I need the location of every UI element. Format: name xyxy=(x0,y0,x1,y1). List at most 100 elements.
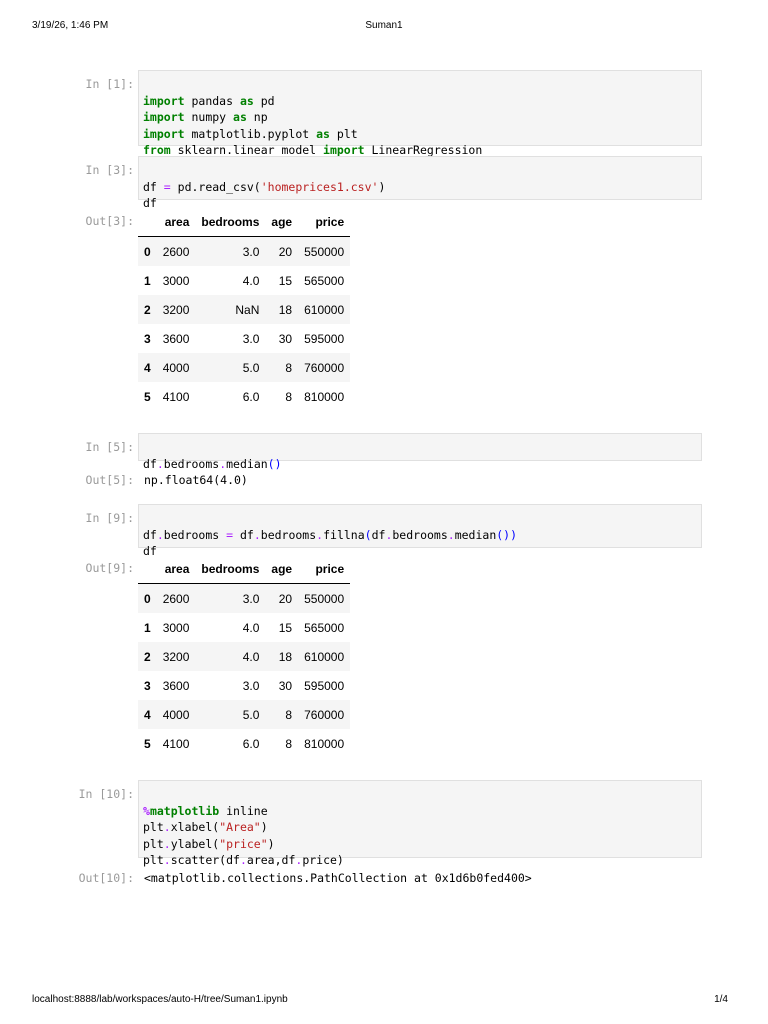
code-token: as xyxy=(316,126,330,141)
output-text: <matplotlib.collections.PathCollection a… xyxy=(144,871,532,885)
table-cell: 810000 xyxy=(304,389,345,404)
column-header: price xyxy=(298,555,351,584)
table-cell: 4100 xyxy=(162,736,190,751)
code-token: ()) xyxy=(496,527,518,542)
output-prompt: Out[10]: xyxy=(78,871,134,885)
column-header: price xyxy=(298,208,351,237)
table-row: 0 2600 3.0 20 550000 xyxy=(138,236,351,266)
table-cell: 20 xyxy=(278,244,293,259)
table-row: 1 3000 4.0 15 565000 xyxy=(138,613,350,642)
code-token: import xyxy=(143,126,185,141)
index-header xyxy=(138,555,157,584)
code-editor[interactable]: df.bedrooms.median() xyxy=(138,433,702,471)
row-index: 1 xyxy=(144,273,151,288)
index-header xyxy=(138,208,157,237)
code-cell-5[interactable]: In [5]: df.bedrooms.median() xyxy=(60,433,702,471)
code-token: . xyxy=(239,853,247,867)
table-cell: 550000 xyxy=(304,591,345,606)
code-token: . xyxy=(295,853,303,867)
table-row: 4 4000 5.0 8 760000 xyxy=(138,353,351,382)
table-cell: 4.0 xyxy=(242,649,260,664)
table-cell: 8 xyxy=(285,389,293,404)
table-cell: 18 xyxy=(278,302,293,317)
code-token: as xyxy=(233,110,247,124)
input-prompt: In [3]: xyxy=(85,163,134,177)
table-row: 1 3000 4.0 15 565000 xyxy=(138,266,350,295)
print-header: Suman1 3/19/26, 1:46 PM xyxy=(0,20,768,34)
column-header: area xyxy=(156,208,196,237)
input-prompt: In [5]: xyxy=(85,440,134,454)
table-cell: 20 xyxy=(278,591,293,606)
code-token: . xyxy=(156,527,164,542)
row-index: 0 xyxy=(144,591,151,606)
code-token: = xyxy=(163,179,171,194)
code-token: . xyxy=(163,820,171,834)
code-token: 'homeprices1.csv' xyxy=(260,179,379,194)
code-line: import matplotlib.pyplot as plt xyxy=(143,126,358,141)
code-token: %matplotlib xyxy=(143,803,220,818)
table-cell: 4000 xyxy=(162,707,190,722)
column-header: bedrooms xyxy=(195,208,266,237)
code-token: . xyxy=(447,527,455,542)
code-cell-9[interactable]: In [9]: df.bedrooms = df.bedrooms.fillna… xyxy=(60,504,702,558)
output-cell-10: Out[10]: <matplotlib.collections.PathCol… xyxy=(60,870,702,888)
code-token: "price" xyxy=(219,836,268,851)
print-url: localhost:8888/lab/workspaces/auto-H/tre… xyxy=(32,994,288,1005)
table-cell: 15 xyxy=(278,620,293,635)
input-prompt: In [1]: xyxy=(85,77,134,91)
row-index: 5 xyxy=(144,736,151,751)
table-cell: 595000 xyxy=(304,678,345,693)
code-token: import xyxy=(143,110,185,124)
table-cell: 30 xyxy=(278,678,293,693)
table-cell: 3000 xyxy=(162,620,190,635)
table-cell: 565000 xyxy=(304,620,345,635)
print-datetime: 3/19/26, 1:46 PM xyxy=(32,20,109,31)
table-cell: 3200 xyxy=(162,649,190,664)
output-cell-5: Out[5]: np.float64(4.0) xyxy=(60,472,702,490)
table-cell: 3.0 xyxy=(242,244,260,259)
table-cell: 760000 xyxy=(304,360,345,375)
row-index: 1 xyxy=(144,620,151,635)
code-token: "Area" xyxy=(219,820,261,834)
code-cell-3[interactable]: In [3]: df = pd.read_csv('homeprices1.cs… xyxy=(60,156,702,210)
code-editor[interactable]: %matplotlib inline plt.xlabel("Area") plt.… xyxy=(138,780,702,867)
code-token: () xyxy=(267,456,282,471)
row-index: 2 xyxy=(144,302,151,317)
table-row: 5 4100 6.0 8 810000 xyxy=(138,729,350,758)
row-index: 3 xyxy=(144,678,151,693)
table-cell: 610000 xyxy=(304,302,345,317)
code-token: ( xyxy=(364,527,372,542)
code-line: plt.ylabel("price") xyxy=(143,836,275,851)
table-row: 0 2600 3.0 20 550000 xyxy=(138,583,351,613)
code-line: import pandas as pd xyxy=(143,93,275,108)
table-row: 3 3600 3.0 30 595000 xyxy=(138,671,350,700)
table-cell: 3600 xyxy=(162,678,190,693)
table-cell: 595000 xyxy=(304,331,345,346)
dataframe-table: area bedrooms age price 0 2600 3.0 20 550000 1 300… xyxy=(138,208,351,411)
code-editor[interactable]: df.bedrooms = df.bedrooms.fillna(df.bedr… xyxy=(138,504,702,558)
table-cell: 5.0 xyxy=(242,360,260,375)
table-header-row: area bedrooms age price xyxy=(138,208,351,237)
input-prompt: In [10]: xyxy=(78,787,134,801)
code-editor[interactable]: df = pd.read_csv('homeprices1.csv') df xyxy=(138,156,702,210)
table-cell: 3600 xyxy=(162,331,190,346)
table-cell: 6.0 xyxy=(242,389,260,404)
code-line: df.bedrooms = df.bedrooms.fillna(df.bedr… xyxy=(143,527,518,542)
column-header: age xyxy=(265,555,299,584)
table-cell: 2600 xyxy=(162,244,190,259)
table-cell: 4000 xyxy=(162,360,190,375)
code-token: import xyxy=(323,143,365,157)
table-row: 5 4100 6.0 8 810000 xyxy=(138,382,350,411)
table-cell: 3200 xyxy=(162,302,190,317)
output-cell-9: Out[9]: area bedrooms age price 0 2600 3.0 20 55… xyxy=(60,555,702,760)
code-token: . xyxy=(163,836,171,851)
code-cell-1[interactable]: In [1]: import pandas as pd import numpy … xyxy=(60,70,702,157)
table-row: 2 3200 NaN 18 610000 xyxy=(138,295,351,324)
code-cell-10[interactable]: In [10]: %matplotlib inline plt.xlabel("A… xyxy=(60,780,702,867)
code-editor[interactable]: import pandas as pd import numpy as np imp… xyxy=(138,70,702,157)
code-line: plt.scatter(df.area,df.price) xyxy=(143,853,344,867)
code-line: %matplotlib inline xyxy=(143,803,268,818)
input-prompt: In [9]: xyxy=(85,511,134,525)
table-cell: 3.0 xyxy=(242,331,260,346)
code-token: . xyxy=(156,456,164,471)
